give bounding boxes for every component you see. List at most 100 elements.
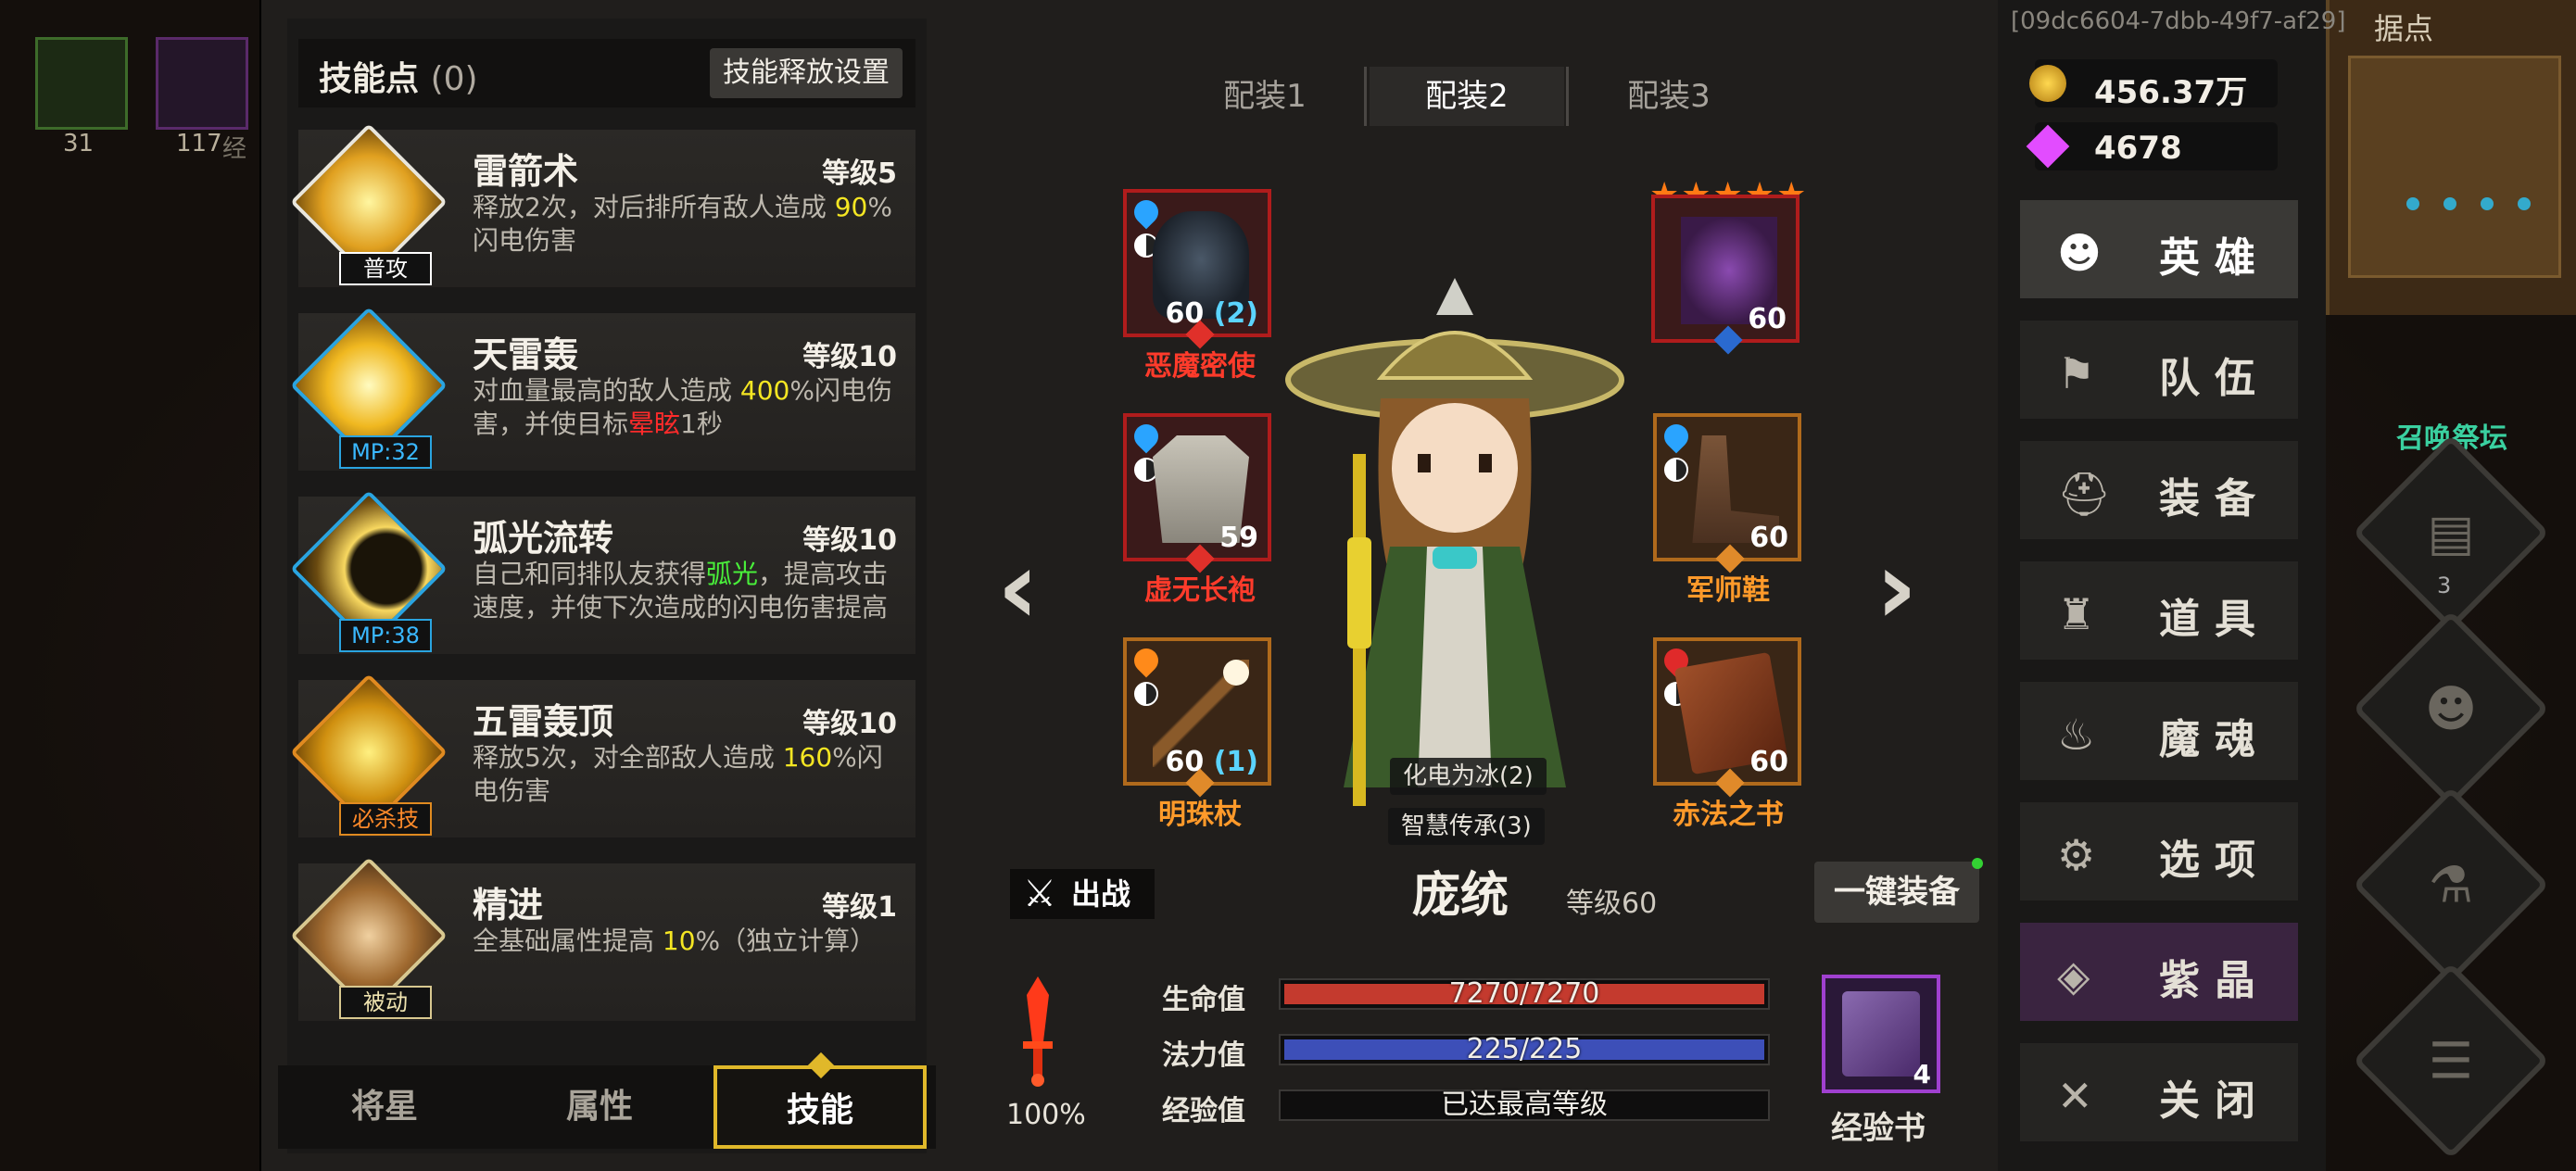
bg-team-button[interactable]: ☻ <box>2352 610 2550 808</box>
equip-level: 60 (1) <box>1165 746 1259 778</box>
equip-level: 60 <box>1749 522 1788 554</box>
tab-divider <box>1364 67 1367 126</box>
skill-row[interactable]: 普攻 雷箭术 等级5 释放2次，对后排所有敌人造成 90%闪电伤害 <box>290 123 915 287</box>
equip-slot-boots[interactable]: 60 <box>1653 413 1801 573</box>
mp-label: 法力值 <box>1162 1039 1245 1072</box>
skill-row[interactable]: MP:32 天雷轰 等级10 对血量最高的敌人造成 400%闪电伤害，并使目标晕… <box>290 307 915 471</box>
menu-soul[interactable]: ♨ 魔魂 <box>2020 682 2298 780</box>
minimap[interactable]: 据点 <box>2326 0 2576 315</box>
bag-icon: ♜ <box>2057 589 2096 639</box>
menu-heroes[interactable]: ☻ 英雄 <box>2020 200 2298 298</box>
skill-level: 等级10 <box>802 708 897 740</box>
power-percent: 100% <box>1006 1099 1086 1131</box>
gem-counter: 4678 <box>2026 122 2278 170</box>
tab-divider <box>1566 67 1569 126</box>
hero-name: 庞统 <box>1412 868 1509 924</box>
tab-stars[interactable]: 将星 <box>278 1065 491 1149</box>
skill-tag: MP:38 <box>339 619 432 652</box>
skill-points-count: (0) <box>430 60 478 98</box>
flame-icon: ♨ <box>2057 710 2096 760</box>
purple-book-icon <box>1842 991 1920 1077</box>
gear-icon: ⚙ <box>2057 830 2096 880</box>
hero-trait-label: 化电为冰(2) <box>1390 758 1547 795</box>
skill-tag: 普攻 <box>339 252 432 285</box>
menu-close[interactable]: ✕ 关闭 <box>2020 1043 2298 1141</box>
hero-trait-label: 智慧传承(3) <box>1388 808 1545 845</box>
blue-gem-icon <box>1129 419 1164 454</box>
skill-name: 五雷轰顶 <box>473 701 614 742</box>
crossed-swords-icon: ⚔ <box>1023 873 1056 915</box>
skill-row[interactable]: 被动 精进 等级1 全基础属性提高 10%（独立计算） <box>290 857 915 1021</box>
skill-level: 等级5 <box>822 157 897 190</box>
minimap-area <box>2348 56 2561 278</box>
equip-name: 虚无长袍 <box>1144 574 1256 607</box>
potion-icon: ⚗ <box>2428 855 2474 914</box>
gold-counter: 456.37万 <box>2029 59 2278 111</box>
helmet-icon: ⛑ <box>2057 469 2112 519</box>
exp-book-count: 4 <box>1913 1059 1931 1089</box>
game-screen: 31 117 经 据点 召唤祭坛 ▤ 3 ☻ ⚗ ☰ 技能点 (0) 技能释放设… <box>0 0 2576 1171</box>
notification-dot <box>1972 858 1983 869</box>
bg-quest-button[interactable]: ▤ <box>2352 434 2550 632</box>
menu-items[interactable]: ♜ 道具 <box>2020 561 2298 660</box>
minimap-title: 据点 <box>2374 11 2434 46</box>
equip-level: 60 <box>1748 303 1787 335</box>
equip-slot-armor[interactable]: 59 <box>1123 413 1271 573</box>
menu-team[interactable]: ⚑ 队伍 <box>2020 321 2298 419</box>
tab-loadout-3[interactable]: 配装3 <box>1572 67 1766 126</box>
skill-release-settings-button[interactable]: 技能释放设置 <box>710 48 903 98</box>
tab-loadout-1[interactable]: 配装1 <box>1168 67 1362 126</box>
pearl-icon <box>1223 660 1249 686</box>
close-icon: ✕ <box>2057 1071 2093 1121</box>
blue-gem-icon <box>1129 195 1164 230</box>
hero-portrait <box>1285 278 1624 806</box>
skill-row[interactable]: MP:38 弧光流转 等级10 自己和同排队友获得弧光，提高攻击速度，并使下次造… <box>290 490 915 654</box>
skill-description: 释放2次，对后排所有敌人造成 90%闪电伤害 <box>473 192 892 256</box>
equip-all-button[interactable]: 一键装备 <box>1814 858 1983 923</box>
gold-coin-icon <box>2029 65 2066 102</box>
hero-level: 等级60 <box>1566 888 1658 920</box>
equip-name: 明珠杖 <box>1158 799 1242 831</box>
blue-gem-icon <box>1659 419 1694 454</box>
prev-hero-arrow[interactable]: ‹ <box>997 528 1039 647</box>
skill-name: 弧光流转 <box>473 518 614 559</box>
skill-tag: 必杀技 <box>339 802 432 836</box>
menu-options[interactable]: ⚙ 选项 <box>2020 802 2298 900</box>
skill-name: 精进 <box>473 885 544 925</box>
bg-list-button[interactable]: ☰ <box>2352 962 2550 1160</box>
menu-amethyst[interactable]: ◈ 紫晶 <box>2020 923 2298 1021</box>
skill-row[interactable]: 必杀技 五雷轰顶 等级10 释放5次，对全部敌人造成 160%闪电伤害 <box>290 674 915 837</box>
hp-label: 生命值 <box>1162 984 1245 1016</box>
tab-attributes[interactable]: 属性 <box>493 1065 706 1149</box>
skill-tag: 被动 <box>339 986 432 1019</box>
minimap-marker <box>2406 197 2419 210</box>
people-icon: ☻ <box>2424 679 2478 738</box>
equip-level: 60 (2) <box>1165 297 1259 330</box>
exp-book-item[interactable]: 4 <box>1822 975 1940 1093</box>
skill-points-title: 技能点 (0) <box>319 60 478 98</box>
skill-level: 等级10 <box>802 524 897 557</box>
skill-name: 雷箭术 <box>473 151 579 192</box>
yinyang-icon <box>1664 458 1688 482</box>
equip-slot-book[interactable]: 60 <box>1653 637 1801 798</box>
skill-name: 天雷轰 <box>473 334 579 375</box>
exp-label: 经验值 <box>1162 1095 1245 1127</box>
mp-value: 225/225 <box>1466 1033 1583 1065</box>
skill-description: 全基础属性提高 10%（独立计算） <box>473 925 877 956</box>
equip-name: 军师鞋 <box>1686 574 1770 607</box>
skill-description: 对血量最高的敌人造成 400%闪电伤害，并使目标晕眩1秒 <box>473 375 892 439</box>
equip-slot-weapon[interactable]: 60 (1) <box>1123 637 1271 798</box>
minimap-marker <box>2518 197 2531 210</box>
minimap-marker <box>2443 197 2456 210</box>
crystal-icon: ◈ <box>2057 951 2090 1001</box>
equip-slot-helmet[interactable]: 60 (2) <box>1123 189 1271 349</box>
equip-name: 恶魔密使 <box>1144 350 1256 383</box>
tab-loadout-2[interactable]: 配装2 <box>1370 67 1564 126</box>
bg-partial-label: 经 <box>222 135 247 163</box>
equip-slot-pet[interactable]: 60 <box>1651 195 1799 355</box>
next-hero-arrow[interactable]: › <box>1875 528 1917 647</box>
deploy-toggle[interactable]: ⚔ 出战 <box>1010 869 1155 919</box>
bg-potion-button[interactable]: ⚗ <box>2352 786 2550 984</box>
menu-equipment[interactable]: ⛑ 装备 <box>2020 441 2298 539</box>
sword-power-icon <box>1023 976 1053 1087</box>
